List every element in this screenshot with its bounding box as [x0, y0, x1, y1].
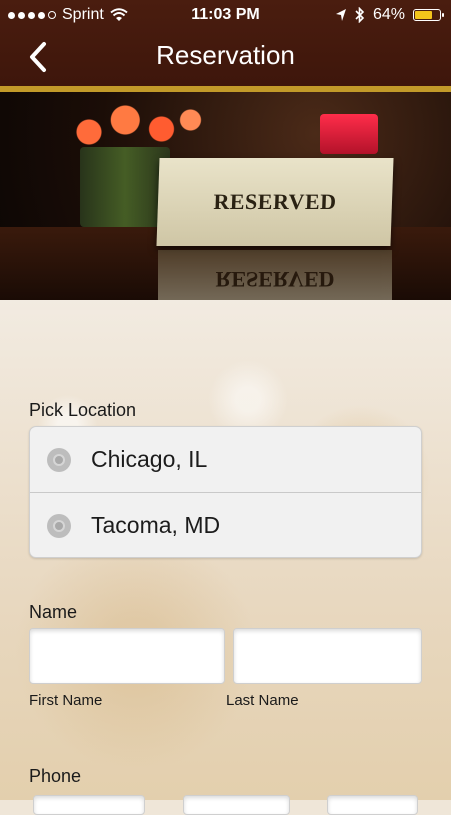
location-arrow-icon — [335, 9, 346, 21]
phone-line-input[interactable] — [327, 795, 418, 815]
location-radio-group: Chicago, IL Tacoma, MD — [29, 426, 422, 558]
radio-icon[interactable] — [47, 447, 71, 472]
page-title: Reservation — [156, 40, 295, 70]
location-option-label: Tacoma, MD — [91, 512, 221, 538]
vase-decoration — [80, 147, 170, 227]
first-name-input[interactable] — [29, 628, 225, 684]
reserved-sign: RESERVED — [156, 158, 394, 246]
battery-icon — [413, 9, 444, 21]
first-name-caption: First Name — [29, 692, 103, 709]
bluetooth-icon — [355, 7, 365, 23]
reserved-sign-reflection: RESERVED — [158, 250, 392, 300]
radio-icon[interactable] — [47, 513, 71, 538]
candle-decoration — [320, 114, 378, 154]
name-label: Name — [29, 602, 78, 622]
phone-label: Phone — [29, 766, 82, 786]
status-bar: Sprint 11:03 PM 64% — [0, 0, 451, 30]
location-option-chicago[interactable]: Chicago, IL — [30, 427, 421, 493]
status-right: 64% — [335, 0, 444, 30]
location-option-tacoma[interactable]: Tacoma, MD — [30, 493, 421, 557]
last-name-input[interactable] — [233, 628, 422, 684]
hero-image: RESERVED RESERVED — [0, 92, 451, 300]
phone-area-code-input[interactable] — [33, 795, 145, 815]
phone-prefix-input[interactable] — [183, 795, 290, 815]
location-option-label: Chicago, IL — [91, 446, 208, 472]
app-header: Sprint 11:03 PM 64% Reservation — [0, 0, 451, 86]
last-name-caption: Last Name — [226, 692, 299, 709]
battery-fill — [415, 11, 432, 19]
battery-percent: 64% — [372, 6, 405, 23]
pick-location-label: Pick Location — [29, 400, 137, 420]
